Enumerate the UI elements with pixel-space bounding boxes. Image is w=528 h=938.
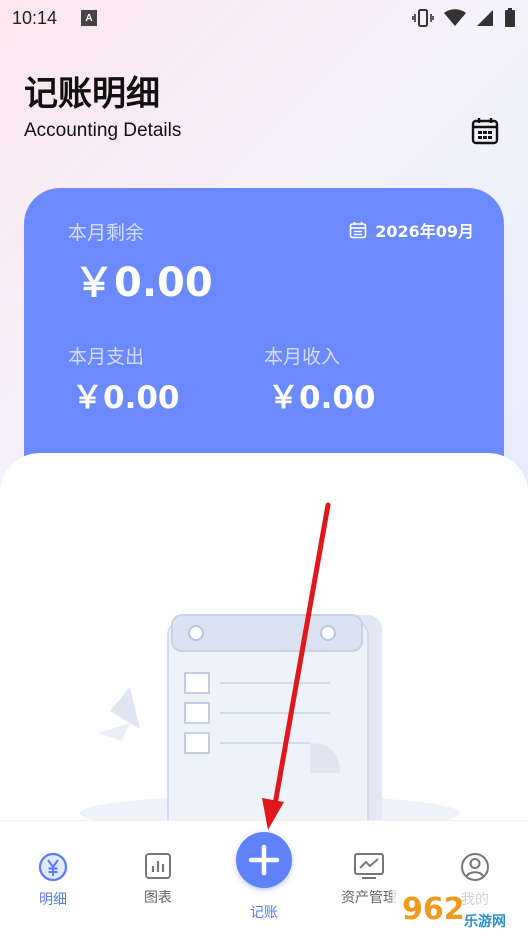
status-time: 10:14 (12, 7, 58, 28)
signal-icon (477, 10, 493, 26)
page-subtitle: Accounting Details (24, 120, 182, 141)
status-icons (412, 8, 516, 28)
expense-label: 本月支出 (68, 346, 145, 368)
month-picker[interactable]: 2026年09月 (349, 218, 474, 242)
remaining-value: ￥0.00 (74, 260, 213, 306)
month-value: 2026年09月 (375, 222, 474, 241)
plus-icon (248, 844, 280, 876)
nav-item-charts[interactable]: 图表 (113, 851, 203, 907)
watermark-logo: 962 乐游网 (392, 884, 524, 934)
watermark-domain: 乐游网 (464, 913, 506, 930)
page-title: 记账明细 (24, 74, 160, 114)
remaining-label: 本月剩余 (68, 222, 145, 244)
battery-icon (505, 8, 515, 27)
app-notification-icon: A (81, 10, 98, 26)
vibrate-icon (412, 9, 434, 27)
user-icon (461, 853, 489, 881)
status-bar: 10:14 A (0, 0, 528, 36)
income-label: 本月收入 (264, 346, 341, 368)
calendar-icon (471, 118, 499, 145)
monthly-summary-card: 本月剩余 2026年09月 ￥0.00 本月支出 ￥0.00 本月收入 ￥0.0… (24, 188, 504, 488)
watermark-number: 962 (402, 892, 465, 927)
expense-value: ￥0.00 (72, 380, 180, 416)
income-value: ￥0.00 (268, 380, 376, 416)
records-panel (0, 453, 528, 853)
line-chart-monitor-icon (354, 853, 384, 879)
empty-notepad-illustration (80, 614, 460, 823)
wifi-icon (444, 9, 466, 26)
add-record-button[interactable] (236, 832, 292, 888)
bar-chart-icon (145, 853, 171, 879)
site-watermark: 962 乐游网 (392, 884, 524, 934)
nav-item-details[interactable]: 明细 (8, 851, 98, 909)
calendar-small-icon (349, 222, 367, 239)
yen-circle-icon (38, 852, 68, 882)
calendar-button[interactable] (468, 114, 502, 148)
